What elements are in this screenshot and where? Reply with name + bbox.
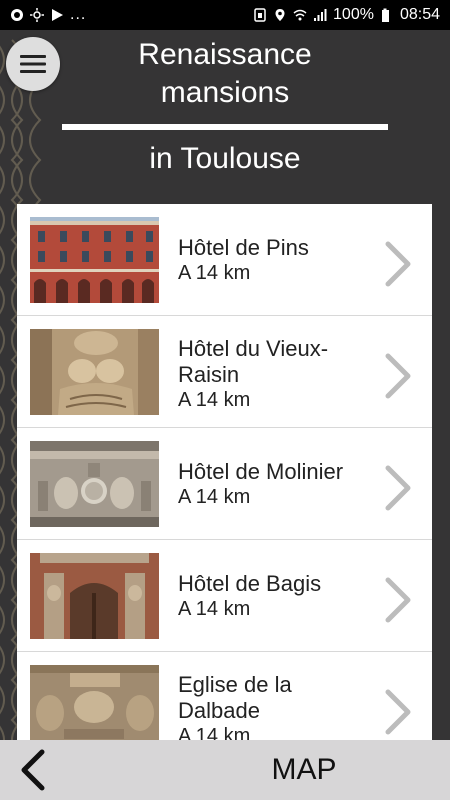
hamburger-menu-icon xyxy=(20,55,46,73)
place-name-line1: Eglise de la xyxy=(178,672,292,697)
chevron-right-icon xyxy=(383,576,413,624)
bottom-bar: MAP xyxy=(0,740,450,800)
place-distance: A 14 km xyxy=(178,725,251,740)
header: Renaissance mansions in Toulouse xyxy=(0,30,450,206)
thumbnail-hotel-du-vieux-raisin xyxy=(30,329,159,415)
list-item-text: Hôtel de Molinier A 14 km xyxy=(178,459,378,509)
status-bar: ... 100% 08:54 xyxy=(0,0,450,30)
thumbnail-eglise-de-la-dalbade xyxy=(30,665,159,740)
list-item-text: Hôtel du Vieux- Raisin A 14 km xyxy=(178,336,378,412)
place-name-line1: Hôtel du Vieux- xyxy=(178,336,329,361)
place-name-line2: Dalbade xyxy=(178,698,260,723)
list-item-hotel-de-bagis[interactable]: Hôtel de Bagis A 14 km xyxy=(17,540,432,652)
place-distance: A 14 km xyxy=(178,389,251,411)
thumbnail-hotel-de-bagis xyxy=(30,553,159,639)
page-title-line1: Renaissance xyxy=(138,38,312,71)
signal-icon xyxy=(313,8,327,22)
place-name: Hôtel de Pins xyxy=(178,235,309,260)
place-distance: A 14 km xyxy=(178,262,251,284)
location-icon xyxy=(273,8,287,22)
chevron-left-icon xyxy=(21,749,45,791)
status-left: ... xyxy=(10,6,86,24)
place-list: Hôtel de Pins A 14 km Hôtel du Vieux- Ra xyxy=(17,204,432,740)
list-item-eglise-de-la-dalbade[interactable]: Eglise de la Dalbade A 14 km xyxy=(17,652,432,740)
place-distance: A 14 km xyxy=(178,486,251,508)
thumbnail-hotel-de-molinier xyxy=(30,441,159,527)
status-right: 100% 08:54 xyxy=(253,6,440,24)
place-name: Hôtel de Bagis xyxy=(178,571,322,596)
back-button[interactable] xyxy=(14,748,54,792)
list-item-text: Eglise de la Dalbade A 14 km xyxy=(178,672,378,740)
wifi-icon xyxy=(293,8,307,22)
brightness-icon xyxy=(30,8,44,22)
list-item-text: Hôtel de Bagis A 14 km xyxy=(178,571,378,621)
map-button[interactable]: MAP xyxy=(254,748,354,792)
chevron-right-icon xyxy=(383,352,413,400)
list-item-text: Hôtel de Pins A 14 km xyxy=(178,235,378,285)
menu-button[interactable] xyxy=(6,37,60,91)
place-name: Hôtel de Molinier xyxy=(178,459,344,484)
more-notifications: ... xyxy=(70,6,87,23)
battery-percent: 100% xyxy=(333,6,374,23)
title-divider xyxy=(62,124,388,130)
page-subtitle: in Toulouse xyxy=(149,142,301,175)
notification-icon xyxy=(10,8,24,22)
play-store-icon xyxy=(50,8,64,22)
thumbnail-hotel-de-pins xyxy=(30,217,159,303)
list-item-hotel-du-vieux-raisin[interactable]: Hôtel du Vieux- Raisin A 14 km xyxy=(17,316,432,428)
battery-icon xyxy=(380,8,394,22)
chevron-right-icon xyxy=(383,688,413,736)
place-distance: A 14 km xyxy=(178,598,251,620)
page-title-line2: mansions xyxy=(160,76,290,109)
clock: 08:54 xyxy=(399,6,440,23)
chevron-right-icon xyxy=(383,464,413,512)
chevron-right-icon xyxy=(383,240,413,288)
place-name-line2: Raisin xyxy=(178,362,240,387)
sim-icon xyxy=(253,8,267,22)
list-item-hotel-de-pins[interactable]: Hôtel de Pins A 14 km xyxy=(17,204,432,316)
list-item-hotel-de-molinier[interactable]: Hôtel de Molinier A 14 km xyxy=(17,428,432,540)
